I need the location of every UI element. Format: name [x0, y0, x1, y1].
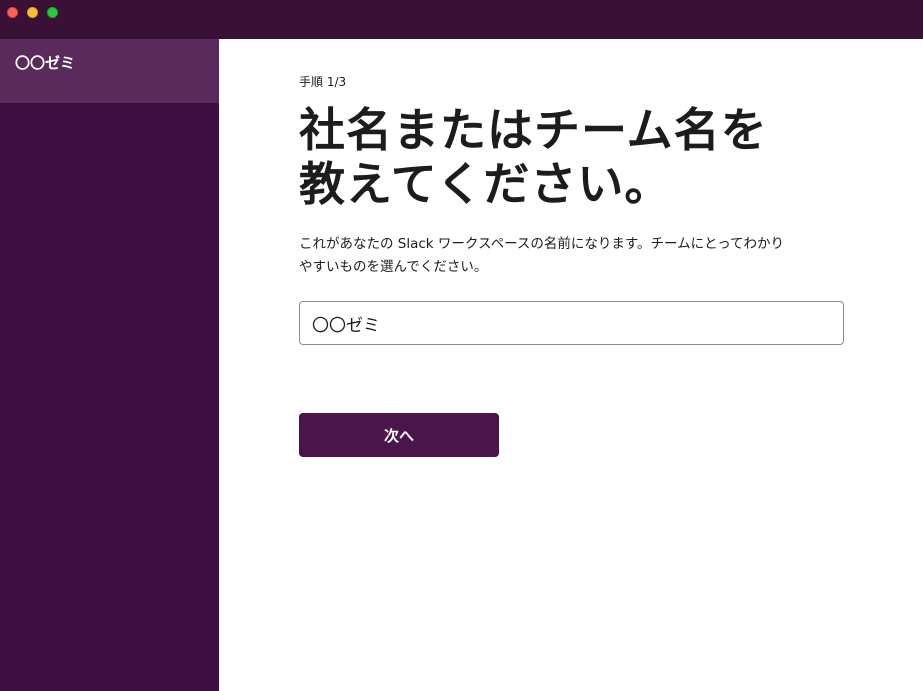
minimize-window-icon[interactable]	[27, 7, 38, 18]
sidebar: 〇〇ゼミ	[0, 39, 219, 691]
close-window-icon[interactable]	[7, 7, 18, 18]
maximize-window-icon[interactable]	[47, 7, 58, 18]
description-line-1: これがあなたの Slack ワークスペースの名前になります。チームにとってわかり	[299, 236, 785, 252]
workspace-name-input[interactable]	[299, 301, 844, 345]
page-title-line-2: 教えてください。	[299, 157, 672, 211]
page-title-line-1: 社名またはチーム名を	[299, 103, 768, 157]
step-indicator: 手順 1/3	[299, 75, 347, 89]
main-content: 手順 1/3 社名またはチーム名を 教えてください。 これがあなたの Slack…	[219, 39, 923, 691]
window-titlebar	[0, 0, 923, 39]
sidebar-item-workspace[interactable]: 〇〇ゼミ	[0, 39, 219, 103]
workspace-name: 〇〇ゼミ	[15, 54, 76, 72]
description-line-2: やすいものを選んでください。	[299, 259, 488, 275]
next-button[interactable]: 次へ	[299, 413, 499, 457]
description: これがあなたの Slack ワークスペースの名前になります。チームにとってわかり…	[299, 233, 844, 279]
page-title: 社名またはチーム名を 教えてください。	[299, 103, 859, 211]
